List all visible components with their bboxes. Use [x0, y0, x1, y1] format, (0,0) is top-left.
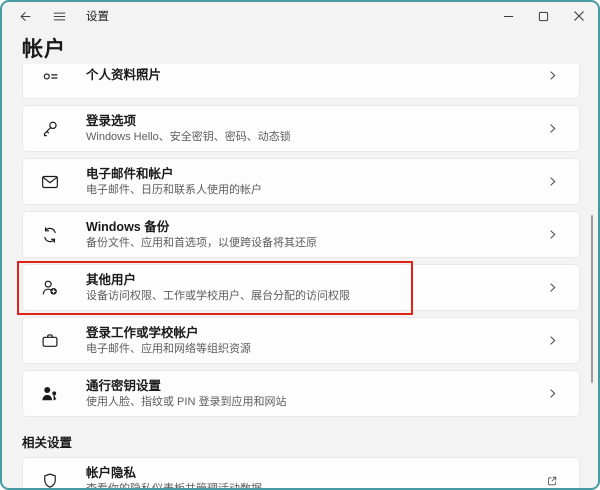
- close-icon: [573, 10, 585, 22]
- back-button[interactable]: [12, 5, 38, 27]
- card-subtitle: 查看你的隐私仪表板并管理活动数据: [86, 482, 262, 490]
- card-account-privacy[interactable]: 帐户隐私 查看你的隐私仪表板并管理活动数据: [22, 457, 580, 490]
- briefcase-icon: [38, 329, 62, 353]
- profile-photo-icon: [38, 64, 62, 88]
- mail-icon: [38, 170, 62, 194]
- scrollbar-thumb[interactable]: [590, 215, 593, 383]
- chevron-right-icon: [546, 69, 565, 82]
- card-subtitle: 使用人脸、指纹或 PIN 登录到应用和网站: [86, 395, 287, 408]
- card-passkey-settings[interactable]: 通行密钥设置 使用人脸、指纹或 PIN 登录到应用和网站: [22, 370, 580, 417]
- close-button[interactable]: [561, 3, 596, 29]
- chevron-right-icon: [546, 281, 565, 294]
- card-subtitle: 电子邮件、日历和联系人使用的帐户: [86, 183, 262, 196]
- card-subtitle: Windows Hello、安全密钥、密码、动态锁: [86, 130, 291, 143]
- sync-icon: [38, 223, 62, 247]
- chevron-right-icon: [546, 228, 565, 241]
- card-profile-photo[interactable]: 个人资料照片: [22, 64, 580, 99]
- card-title: 登录选项: [86, 113, 137, 128]
- back-arrow-icon: [18, 9, 33, 24]
- card-subtitle: 电子邮件、应用和网络等组织资源: [86, 342, 251, 355]
- card-title: 帐户隐私: [86, 465, 137, 480]
- shield-icon: [38, 469, 62, 489]
- chevron-right-icon: [546, 387, 565, 400]
- maximize-icon: [538, 11, 549, 22]
- person-add-icon: [38, 276, 62, 300]
- app-title: 设置: [86, 11, 109, 23]
- settings-list: 个人资料照片 登录选项 Windows Hello、安全密钥、密码、动态锁 电子…: [22, 64, 580, 490]
- card-title: 登录工作或学校帐户: [86, 325, 199, 340]
- card-work-school-account[interactable]: 登录工作或学校帐户 电子邮件、应用和网络等组织资源: [22, 317, 580, 364]
- page-title: 帐户: [22, 38, 66, 61]
- card-windows-backup[interactable]: Windows 备份 备份文件、应用和首选项，以便跨设备将其还原: [22, 211, 580, 258]
- key-icon: [38, 117, 62, 141]
- chevron-right-icon: [546, 334, 565, 347]
- chevron-right-icon: [546, 175, 565, 188]
- card-sign-in-options[interactable]: 登录选项 Windows Hello、安全密钥、密码、动态锁: [22, 105, 580, 152]
- card-subtitle: 设备访问权限、工作或学校用户、展台分配的访问权限: [86, 289, 350, 302]
- minimize-button[interactable]: [491, 3, 526, 29]
- card-title: 个人资料照片: [86, 68, 162, 82]
- passkey-icon: [38, 382, 62, 406]
- hamburger-icon: [52, 9, 67, 24]
- settings-window: 设置 帐户 个人资料照片 登录选项 Windows Hello、安全密钥、密码、…: [0, 0, 600, 490]
- card-title: Windows 备份: [86, 219, 170, 234]
- chevron-right-icon: [546, 122, 565, 135]
- card-title: 电子邮件和帐户: [86, 166, 174, 181]
- related-settings-header: 相关设置: [22, 436, 73, 450]
- card-title: 通行密钥设置: [86, 378, 162, 393]
- card-email-accounts[interactable]: 电子邮件和帐户 电子邮件、日历和联系人使用的帐户: [22, 158, 580, 205]
- card-other-users[interactable]: 其他用户 设备访问权限、工作或学校用户、展台分配的访问权限: [22, 264, 580, 311]
- titlebar: 设置: [2, 2, 598, 30]
- navigation-menu-button[interactable]: [46, 5, 72, 27]
- card-title: 其他用户: [86, 272, 137, 287]
- external-link-icon: [545, 474, 565, 488]
- minimize-icon: [503, 11, 514, 22]
- maximize-button[interactable]: [526, 3, 561, 29]
- card-subtitle: 备份文件、应用和首选项，以便跨设备将其还原: [86, 236, 317, 249]
